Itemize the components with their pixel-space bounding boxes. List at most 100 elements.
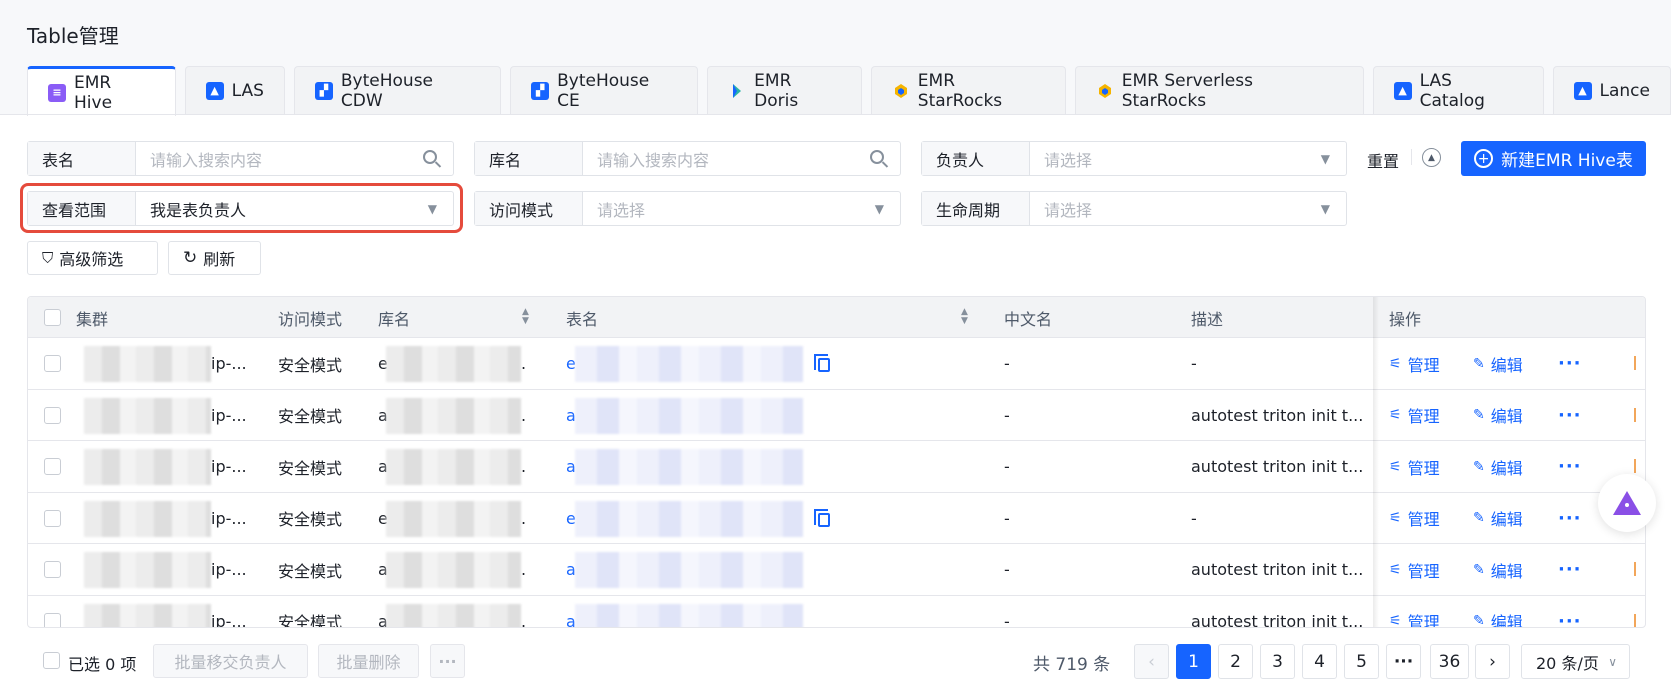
manage-action[interactable]: ⚟ 管理 — [1389, 544, 1440, 595]
next-page-button[interactable]: › — [1475, 644, 1510, 679]
collapse-filters-button[interactable]: ▲ — [1422, 148, 1441, 167]
copy-icon[interactable] — [814, 508, 830, 527]
access-mode: 安全模式 — [278, 510, 343, 529]
hive-icon: ≡ — [48, 83, 66, 102]
column-header-description[interactable]: 描述 — [1191, 297, 1223, 338]
manage-action[interactable]: ⚟ 管理 — [1389, 493, 1440, 544]
page-1-button[interactable]: 1 — [1176, 644, 1211, 679]
filter-label: 负责人 — [922, 142, 1030, 175]
table-name-input[interactable]: 请输入搜索内容 — [136, 142, 453, 175]
owner-select[interactable]: 请选择 ▼ — [1030, 142, 1346, 175]
sort-icon[interactable]: ▲ ▼ — [522, 308, 529, 326]
db-name-ellipsis: . — [521, 508, 527, 528]
table-row: ip-... 安全模式 a. a - autotest triton init t... ⚟… — [28, 390, 1645, 441]
select-all-checkbox[interactable] — [44, 309, 61, 326]
row-checkbox[interactable] — [44, 406, 61, 424]
row-more-button[interactable]: ··· — [1558, 338, 1582, 389]
sliders-icon: ⚟ — [1389, 407, 1402, 423]
ai-assistant-button[interactable] — [1598, 474, 1656, 532]
row-checkbox[interactable] — [44, 561, 61, 578]
cluster-name: ip-... — [211, 457, 247, 476]
prev-page-button[interactable]: ‹ — [1134, 644, 1169, 679]
edit-icon: ✎ — [1473, 355, 1485, 372]
redacted-db-name — [386, 346, 521, 382]
access-mode-select[interactable]: 请选择 ▼ — [583, 192, 900, 225]
page-4-button[interactable]: 4 — [1302, 644, 1337, 679]
scope-highlight-box — [20, 183, 463, 233]
page-5-button[interactable]: 5 — [1344, 644, 1379, 679]
redacted-table-name — [575, 552, 803, 588]
tab-lance[interactable]: ▲ Lance — [1552, 66, 1671, 114]
row-more-button[interactable]: ··· — [1558, 544, 1582, 595]
table-name-filter: 表名 请输入搜索内容 — [27, 141, 454, 176]
redacted-db-name — [386, 500, 521, 537]
page-size-select[interactable]: 20 条/页 ∨ — [1521, 644, 1630, 679]
copy-icon[interactable] — [814, 354, 830, 372]
advanced-filter-button[interactable]: ⛉ 高级筛选 — [27, 241, 158, 275]
row-more-button[interactable]: ··· — [1558, 596, 1582, 628]
page-36-button[interactable]: 36 — [1430, 644, 1469, 679]
manage-action[interactable]: ⚟ 管理 — [1389, 390, 1440, 441]
table-row: ip-... 安全模式 e. e - - ⚟ 管理 ✎ 编辑 ··· — [28, 338, 1645, 390]
reset-button[interactable]: 重置 — [1367, 148, 1399, 172]
edit-icon: ✎ — [1473, 458, 1485, 475]
filter-label: 表名 — [28, 142, 136, 175]
row-checkbox[interactable] — [44, 612, 61, 627]
column-header-cn-name[interactable]: 中文名 — [1004, 297, 1052, 338]
manage-action[interactable]: ⚟ 管理 — [1389, 441, 1440, 492]
table-header: 集群 访问模式 库名 ▲ ▼ 表名 ▲ ▼ 中文名 描述 操作 — [28, 297, 1645, 338]
search-icon[interactable] — [423, 150, 437, 164]
search-icon[interactable] — [870, 150, 884, 164]
access-mode-filter: 访问模式 请选择 ▼ — [474, 191, 901, 226]
tab-emr-starrocks[interactable]: EMR StarRocks — [870, 66, 1066, 114]
batch-delete-button[interactable]: 批量删除 — [318, 644, 419, 678]
page-ellipsis-button[interactable]: ··· — [1386, 644, 1421, 679]
page-3-button[interactable]: 3 — [1260, 644, 1295, 679]
tab-bytehouse-cdw[interactable]: ▞ ByteHouse CDW — [293, 66, 502, 114]
row-edge-marker — [1634, 613, 1636, 627]
description: - — [1191, 508, 1197, 528]
column-header-db-name[interactable]: 库名 — [378, 297, 410, 338]
las-icon: ▲ — [1573, 81, 1592, 100]
column-header-actions: 操作 — [1389, 309, 1422, 329]
db-name-input[interactable]: 请输入搜索内容 — [583, 142, 900, 175]
column-header-table-name[interactable]: 表名 — [566, 297, 598, 338]
sliders-icon: ⚟ — [1389, 458, 1402, 475]
column-header-access-mode[interactable]: 访问模式 — [278, 297, 342, 338]
row-more-button[interactable]: ··· — [1558, 493, 1582, 544]
chevron-up-icon: ▲ — [1428, 152, 1435, 163]
manage-action[interactable]: ⚟ 管理 — [1389, 596, 1440, 627]
edit-action[interactable]: ✎ 编辑 — [1473, 596, 1523, 627]
tab-las[interactable]: ▲ LAS — [184, 66, 285, 114]
row-more-button[interactable]: ··· — [1558, 441, 1582, 492]
tab-emr-serverless-starrocks[interactable]: EMR Serverless StarRocks — [1074, 66, 1364, 114]
edit-action[interactable]: ✎ 编辑 — [1473, 390, 1523, 441]
column-header-cluster[interactable]: 集群 — [76, 297, 108, 338]
manage-action[interactable]: ⚟ 管理 — [1389, 338, 1440, 389]
lifecycle-select[interactable]: 请选择 ▼ — [1030, 192, 1346, 225]
edit-action[interactable]: ✎ 编辑 — [1473, 544, 1523, 595]
create-table-button[interactable]: + 新建EMR Hive表 — [1461, 141, 1646, 176]
tab-las-catalog[interactable]: ▲ LAS Catalog — [1372, 66, 1544, 114]
footer-select-checkbox[interactable] — [43, 652, 60, 669]
tab-bytehouse-ce[interactable]: ▞ ByteHouse CE — [510, 66, 699, 114]
refresh-button[interactable]: ↻ 刷新 — [168, 241, 261, 275]
edit-action[interactable]: ✎ 编辑 — [1473, 493, 1523, 544]
sort-icon[interactable]: ▲ ▼ — [961, 308, 968, 326]
row-checkbox[interactable] — [44, 355, 61, 372]
row-more-button[interactable]: ··· — [1558, 390, 1582, 441]
row-checkbox[interactable] — [44, 509, 61, 527]
tab-emr-doris[interactable]: EMR Doris — [707, 66, 862, 114]
page-2-button[interactable]: 2 — [1218, 644, 1253, 679]
edit-action[interactable]: ✎ 编辑 — [1473, 338, 1523, 389]
tab-emr-hive[interactable]: ≡ EMR Hive — [27, 66, 176, 116]
tab-label: EMR Hive — [74, 72, 113, 113]
footer-more-button[interactable]: ··· — [430, 644, 465, 678]
lifecycle-filter: 生命周期 请选择 ▼ — [921, 191, 1347, 226]
row-checkbox[interactable] — [44, 458, 61, 475]
cn-name: - — [1004, 611, 1010, 628]
edit-action[interactable]: ✎ 编辑 — [1473, 441, 1523, 492]
doris-icon — [733, 83, 742, 98]
batch-transfer-owner-button[interactable]: 批量移交负责人 — [153, 644, 308, 678]
divider — [1411, 149, 1412, 165]
